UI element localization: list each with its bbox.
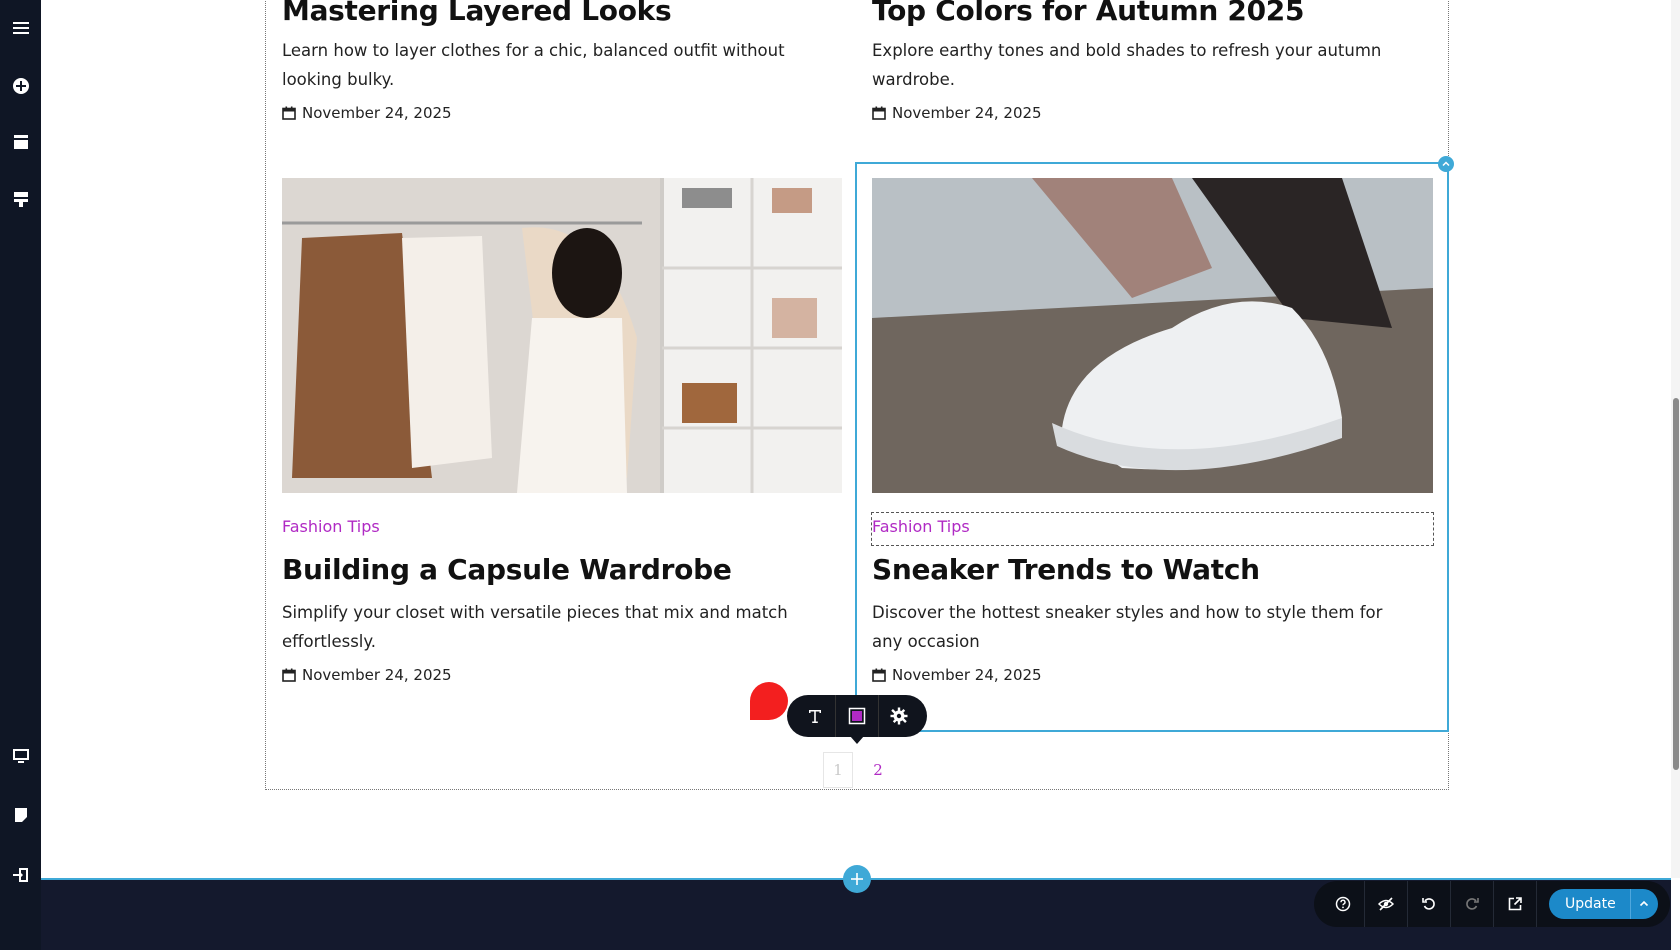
add-element-icon[interactable] [0, 66, 41, 106]
update-button-label: Update [1565, 896, 1616, 912]
plus-icon [851, 873, 863, 885]
redo-button[interactable] [1451, 881, 1494, 927]
open-external-button[interactable] [1494, 881, 1537, 927]
toolbar-divider [835, 695, 837, 737]
post-description: Simplify your closet with versatile piec… [282, 603, 788, 651]
post-date: November 24, 2025 [872, 104, 1432, 122]
post-image-closet[interactable] [282, 178, 842, 493]
gear-icon [890, 707, 908, 725]
external-link-icon [1508, 897, 1522, 911]
calendar-icon [282, 106, 296, 120]
scrollbar-thumb[interactable] [1673, 398, 1679, 770]
text-tool-button[interactable] [796, 697, 834, 735]
post-date: November 24, 2025 [872, 666, 1432, 684]
exit-icon[interactable] [0, 855, 41, 895]
editor-action-bar: Update [1314, 881, 1670, 927]
structure-icon[interactable] [0, 179, 41, 219]
menu-icon[interactable] [0, 8, 41, 48]
templates-icon[interactable] [0, 122, 41, 162]
desktop-view-icon[interactable] [0, 736, 41, 776]
chevron-up-icon [1442, 161, 1450, 167]
help-button[interactable] [1322, 881, 1365, 927]
post-card: Fashion Tips Sneaker Trends to Watch Dis… [872, 517, 1432, 684]
color-swatch-icon [848, 707, 866, 725]
post-title[interactable]: Building a Capsule Wardrobe [282, 550, 842, 590]
calendar-icon [872, 668, 886, 682]
page-settings-icon[interactable] [0, 795, 41, 835]
undo-button[interactable] [1408, 881, 1451, 927]
post-date-text: November 24, 2025 [892, 666, 1042, 684]
post-title[interactable]: Top Colors for Autumn 2025 [872, 0, 1432, 34]
post-description: Discover the hottest sneaker styles and … [872, 603, 1383, 651]
pagination: 1 2 [823, 752, 893, 788]
update-options-button[interactable] [1629, 889, 1658, 919]
calendar-icon [872, 106, 886, 120]
post-date-text: November 24, 2025 [302, 104, 452, 122]
post-card: Fashion Tips Building a Capsule Wardrobe… [282, 517, 842, 684]
toolbar-caret [850, 736, 864, 744]
post-description: Explore earthy tones and bold shades to … [872, 41, 1382, 89]
eye-off-icon [1378, 897, 1394, 911]
chevron-up-icon [1640, 900, 1649, 907]
post-title[interactable]: Sneaker Trends to Watch [872, 550, 1432, 590]
post-category[interactable]: Fashion Tips [282, 517, 842, 536]
post-date: November 24, 2025 [282, 666, 842, 684]
editor-sidebar [0, 0, 41, 950]
style-tool-button[interactable] [838, 697, 876, 735]
post-date-text: November 24, 2025 [302, 666, 452, 684]
add-section-button[interactable] [843, 865, 871, 893]
cursor-indicator [750, 682, 788, 720]
toolbar-divider [877, 695, 879, 737]
element-toolbar [787, 695, 927, 737]
preview-toggle-button[interactable] [1365, 881, 1408, 927]
page-1-link[interactable]: 1 [823, 752, 853, 788]
text-icon [808, 710, 821, 723]
post-category[interactable]: Fashion Tips [872, 517, 1432, 536]
post-title[interactable]: Mastering Layered Looks [282, 0, 842, 34]
redo-icon [1466, 898, 1479, 910]
settings-tool-button[interactable] [880, 697, 918, 735]
help-icon [1335, 896, 1351, 912]
page-2-link[interactable]: 2 [863, 752, 893, 788]
post-date-text: November 24, 2025 [892, 104, 1042, 122]
undo-icon [1422, 898, 1435, 910]
update-button[interactable]: Update [1549, 889, 1658, 919]
post-card: Top Colors for Autumn 2025 Explore earth… [872, 0, 1432, 122]
post-card: Mastering Layered Looks Learn how to lay… [282, 0, 842, 122]
calendar-icon [282, 668, 296, 682]
selection-handle[interactable] [1438, 156, 1454, 172]
post-date: November 24, 2025 [282, 104, 842, 122]
post-description: Learn how to layer clothes for a chic, b… [282, 41, 785, 89]
